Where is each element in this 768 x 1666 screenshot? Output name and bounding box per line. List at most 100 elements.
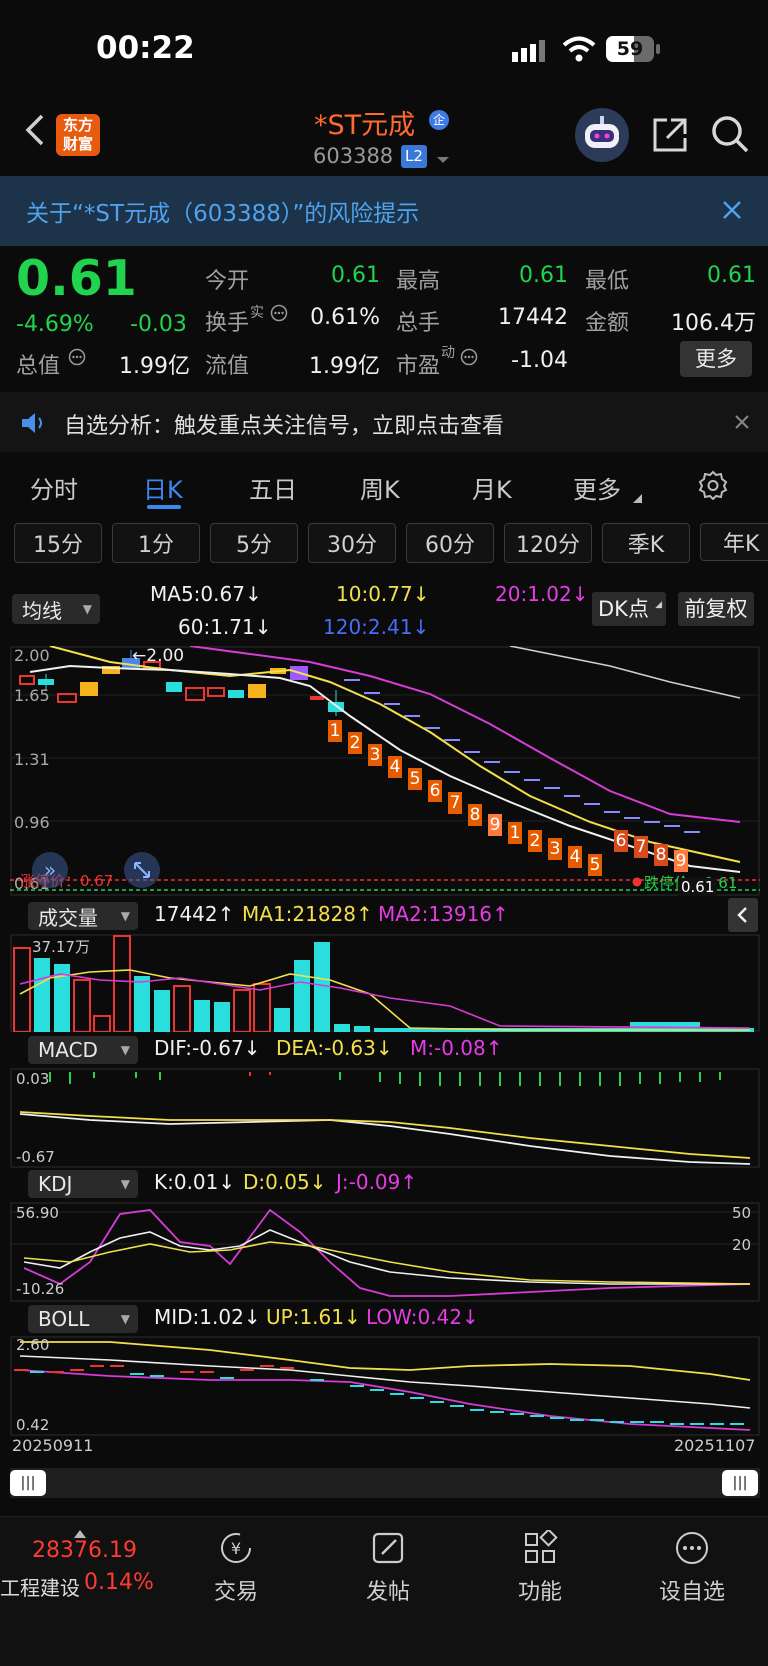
kdj-50-label: 50 xyxy=(732,1204,752,1222)
macd-top-label: 0.03 xyxy=(16,1070,50,1088)
period-120min[interactable]: 120分 xyxy=(504,523,592,563)
more-button[interactable]: 更多 xyxy=(680,341,752,377)
high-label: 最高 xyxy=(396,269,441,294)
open-label: 今开 xyxy=(205,269,250,294)
index-value[interactable]: 28376.19 xyxy=(32,1538,137,1563)
ma10-line xyxy=(49,646,741,863)
close-icon[interactable] xyxy=(734,414,750,430)
collapse-arrow-button[interactable] xyxy=(728,898,758,932)
caret-icon xyxy=(633,488,642,503)
level2-badge[interactable]: L2 xyxy=(401,145,427,168)
app-logo: 东方 财富 xyxy=(56,114,100,156)
nav-trade-label: 交易 xyxy=(213,1580,258,1605)
period-5min[interactable]: 5分 xyxy=(210,523,298,563)
dk-point-button[interactable]: DK点 ◢ xyxy=(592,592,666,626)
seq2-3: 3 xyxy=(548,838,562,860)
tab-more[interactable]: 更多 xyxy=(573,470,621,505)
info-icon[interactable] xyxy=(460,348,478,366)
share-icon[interactable] xyxy=(651,116,689,154)
turnover-label: 换手 xyxy=(205,311,250,336)
logo-line1: 东方 xyxy=(62,116,93,134)
nav-trade[interactable]: ¥ 交易 xyxy=(176,1530,296,1606)
ma120-line xyxy=(509,646,741,699)
wifi-icon xyxy=(562,36,596,62)
ma5-value: MA5:0.67↓ xyxy=(150,582,262,606)
period-1min[interactable]: 1分 xyxy=(112,523,200,563)
kdj-selector[interactable]: KDJ ▼ xyxy=(28,1170,138,1198)
period-60min[interactable]: 60分 xyxy=(406,523,494,563)
nav-features[interactable]: 功能 xyxy=(480,1528,600,1606)
volume-selector[interactable]: 成交量 ▼ xyxy=(28,902,138,930)
change-amount: -0.03 xyxy=(130,312,187,337)
gear-icon[interactable] xyxy=(698,470,728,501)
stock-name[interactable]: *ST元成 xyxy=(314,103,415,142)
turnover-sup: 实 xyxy=(250,305,264,321)
macd-selector[interactable]: MACD ▼ xyxy=(28,1036,138,1064)
info-icon[interactable] xyxy=(68,348,86,366)
seq2-9: 9 xyxy=(674,850,688,872)
info-icon[interactable] xyxy=(270,304,288,322)
expand-icon[interactable] xyxy=(124,852,160,888)
open-value: 0.61 xyxy=(331,263,380,288)
status-time: 00:22 xyxy=(96,30,195,66)
search-icon[interactable] xyxy=(710,114,750,154)
period-30min[interactable]: 30分 xyxy=(308,523,396,563)
y-label-4: 0.96 xyxy=(14,813,50,832)
volume-value: 17442 xyxy=(498,305,568,330)
macd-dea: DEA:-0.63↓ xyxy=(276,1036,393,1060)
boll-bottom-label: 0.42 xyxy=(16,1416,50,1434)
pe-label: 市盈 xyxy=(396,354,441,379)
notice-bar[interactable]: 自选分析：触发重点关注信号，立即点击查看 xyxy=(0,392,768,452)
ma10-value: 10:0.77↓ xyxy=(336,582,430,606)
seq-2: 2 xyxy=(348,732,362,754)
seq-8: 8 xyxy=(468,804,482,826)
tab-intraday[interactable]: 分时 xyxy=(30,470,78,505)
seq-9: 9 xyxy=(488,814,502,836)
boll-up: UP:1.61↓ xyxy=(266,1305,361,1329)
volume-chart: 37.17万 xyxy=(10,934,760,1032)
date-end: 20251107 xyxy=(674,1436,756,1455)
adjust-button[interactable]: 前复权 xyxy=(678,592,754,626)
nav-add-watchlist[interactable]: 设自选 xyxy=(632,1530,752,1606)
tab-five-day[interactable]: 五日 xyxy=(249,470,297,505)
company-badge: 企 xyxy=(429,110,449,130)
kdj-20-label: 20 xyxy=(732,1236,752,1254)
kline-chart[interactable]: 2.00 1.65 1.31 0.96 0.61 ←2.00 涨停价：0.67 … xyxy=(10,646,760,896)
range-handle-right[interactable]: ||| xyxy=(722,1470,758,1496)
back-button[interactable] xyxy=(20,110,50,150)
range-handle-left[interactable]: ||| xyxy=(10,1470,46,1496)
boll-mid: MID:1.02↓ xyxy=(154,1305,261,1329)
last-price-tag: 0.61 xyxy=(678,878,718,896)
index-change[interactable]: 0.14% xyxy=(84,1570,154,1595)
period-year-k[interactable]: 年K xyxy=(700,523,768,561)
chevron-down-icon[interactable] xyxy=(436,150,450,163)
range-scrollbar[interactable]: ||| ||| xyxy=(10,1468,760,1498)
seq-4: 4 xyxy=(388,756,402,778)
volume-ma2: MA2:13916↑ xyxy=(378,902,509,926)
pe-value: -1.04 xyxy=(511,348,568,373)
risk-banner[interactable]: 关于“*ST元成（603388）”的风险提示 xyxy=(0,176,768,246)
seq-1: 1 xyxy=(328,720,342,742)
robot-avatar-icon[interactable] xyxy=(575,108,629,162)
tab-weekly-k[interactable]: 周K xyxy=(360,470,400,505)
trade-icon: ¥ xyxy=(218,1530,254,1566)
ma-selector[interactable]: 均线 ▼ xyxy=(12,594,100,624)
period-15min[interactable]: 15分 xyxy=(14,523,102,563)
period-quarter-k[interactable]: 季K xyxy=(602,523,690,563)
volume-label: 总手 xyxy=(396,311,441,336)
index-name[interactable]: 工程建设 xyxy=(0,1572,80,1601)
nav-post-label: 发帖 xyxy=(365,1580,410,1605)
close-icon[interactable] xyxy=(722,200,742,220)
high-marker: ←2.00 xyxy=(132,646,185,666)
tab-daily-k[interactable]: 日K xyxy=(143,470,183,505)
seq2-1: 1 xyxy=(508,822,522,844)
seq-3: 3 xyxy=(368,744,382,766)
signal-icon xyxy=(512,40,552,62)
kdj-chart: 56.90 -10.26 50 20 xyxy=(10,1202,760,1302)
prev-arrows-icon[interactable]: » xyxy=(32,852,68,888)
boll-selector[interactable]: BOLL ▼ xyxy=(28,1305,138,1333)
tab-monthly-k[interactable]: 月K xyxy=(472,470,512,505)
boll-low: LOW:0.42↓ xyxy=(366,1305,479,1329)
nav-post[interactable]: 发帖 xyxy=(328,1530,448,1606)
grid-icon xyxy=(522,1528,558,1566)
